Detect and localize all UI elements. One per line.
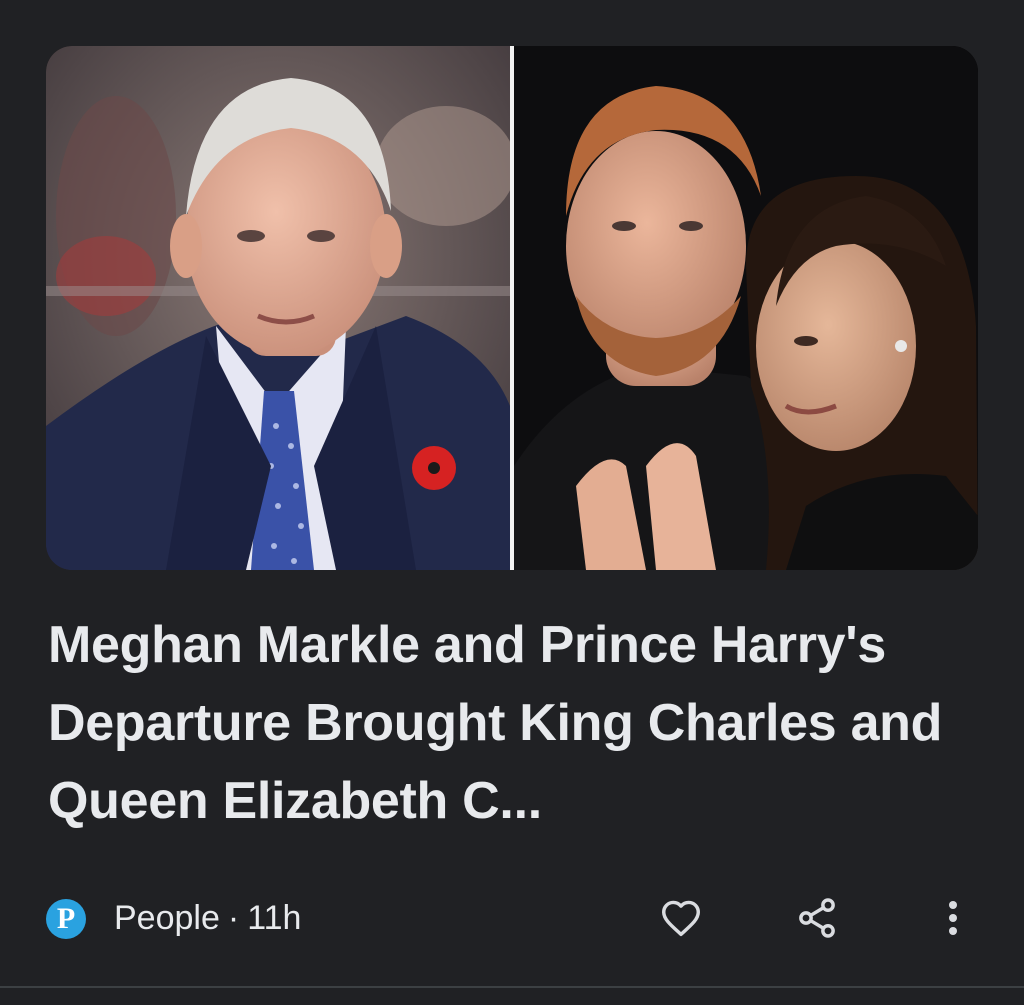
- card-divider: [0, 986, 1024, 988]
- photo-king-charles: [46, 46, 516, 570]
- more-options-button[interactable]: [926, 893, 980, 943]
- share-button[interactable]: [790, 893, 844, 943]
- article-headline[interactable]: Meghan Markle and Prince Harry's Departu…: [48, 606, 988, 840]
- article-age: 11h: [247, 899, 302, 937]
- share-icon: [799, 898, 835, 938]
- more-vertical-icon: [949, 901, 957, 935]
- like-button[interactable]: [654, 893, 708, 943]
- news-card[interactable]: Meghan Markle and Prince Harry's Departu…: [0, 0, 1024, 1005]
- publisher-info: People · 11h: [114, 897, 301, 939]
- article-meta-row: P People · 11h: [46, 893, 978, 943]
- article-thumbnail[interactable]: [46, 46, 978, 570]
- meta-separator: ·: [227, 899, 240, 937]
- photo-collage: [46, 46, 978, 570]
- publisher-name: People: [114, 899, 220, 937]
- photo-harry-meghan: [514, 46, 978, 570]
- heart-outline-icon: [662, 900, 700, 937]
- publisher-logo: P: [46, 899, 86, 939]
